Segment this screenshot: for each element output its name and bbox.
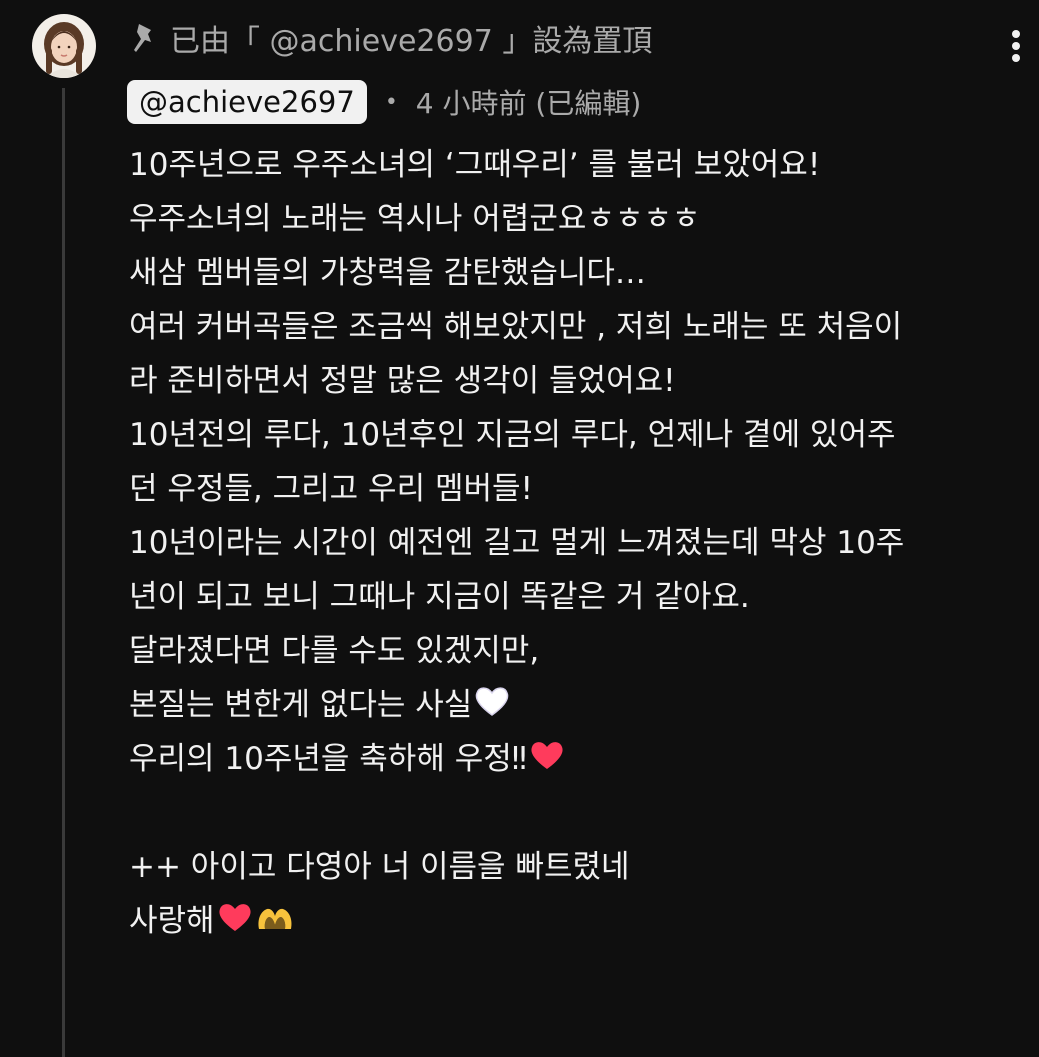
comment-line: 여러 커버곡들은 조금씩 해보았지만 , 저희 노래는 또 처음이 (129, 309, 903, 345)
red-heart-icon (217, 896, 253, 950)
commenter-avatar[interactable] (32, 14, 96, 78)
pin-icon (130, 22, 158, 54)
heart-hands-icon (255, 896, 295, 950)
avatar-image (32, 14, 96, 78)
more-vertical-icon (1012, 30, 1020, 62)
comment-line: 우리의 10주년을 축하해 우정‼ (129, 732, 1029, 786)
comment-text: 10주년으로 우주소녀의 ‘그때우리’ 를 불러 보았어요! 우주소녀의 노래는… (129, 138, 1029, 948)
comment-blank-line (129, 786, 1029, 840)
comment-line: ++ 아이고 다영아 너 이름을 빠트렸네 (129, 849, 630, 885)
reply-thread-line (62, 88, 65, 1057)
comment-line: 사랑해 (129, 894, 1029, 948)
more-options-button[interactable] (998, 22, 1034, 70)
red-heart-icon (529, 734, 565, 788)
comment-line: 10년이라는 시간이 예전엔 길고 멀게 느껴졌는데 막상 10주 (129, 525, 905, 561)
comment-line: 새삼 멤버들의 가창력을 감탄했습니다… (129, 255, 646, 291)
comment-line: 10년전의 루다, 10년후인 지금의 루다, 언제나 곁에 있어주 (129, 417, 896, 453)
pinned-label: 已由「 @achieve2697 」設為置頂 (170, 24, 653, 59)
pinned-indicator: 已由「 @achieve2697 」設為置頂 (130, 14, 652, 62)
white-heart-icon (474, 680, 510, 734)
comment-line: 본질는 변한게 없다는 사실 (129, 678, 1029, 732)
comment-line: 던 우정들, 그리고 우리 멤버들! (129, 471, 533, 507)
comment-line: 10주년으로 우주소녀의 ‘그때우리’ 를 불러 보았어요! (129, 147, 821, 183)
author-handle-chip[interactable]: @achieve2697 (127, 80, 367, 124)
comment-line: 년이 되고 보니 그때나 지금이 똑같은 거 같아요. (129, 579, 750, 615)
comment-line: 우주소녀의 노래는 역시나 어렵군요ㅎㅎㅎㅎ (129, 201, 701, 237)
comment-timestamp: 4 小時前 (已編輯) (415, 87, 642, 120)
separator-dot: • (384, 89, 398, 115)
comment-line: 달라졌다면 다를 수도 있겠지만, (129, 633, 540, 669)
comment-meta: @achieve2697 • 4 小時前 (已編輯) (127, 79, 641, 125)
comment-line: 라 준비하면서 정말 많은 생각이 들었어요! (129, 363, 676, 399)
